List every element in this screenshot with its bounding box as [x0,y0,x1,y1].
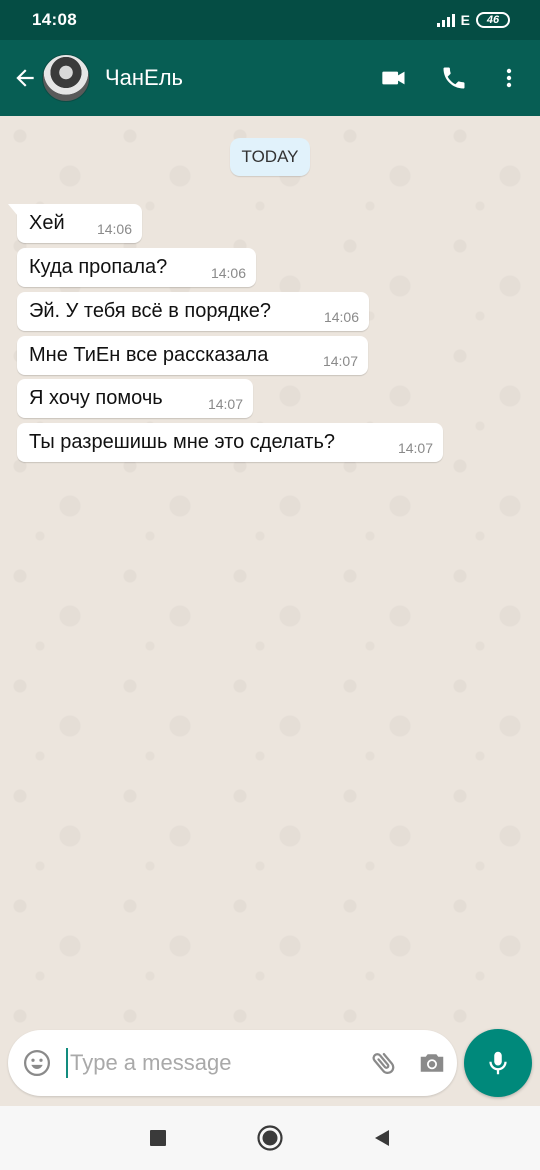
message-input[interactable] [70,1043,360,1083]
home-circle-icon [257,1125,283,1151]
square-icon [150,1130,166,1146]
text-caret [66,1048,68,1078]
triangle-back-icon [375,1130,389,1146]
menu-button[interactable] [484,40,534,116]
back-button[interactable] [6,40,44,116]
recents-button[interactable] [102,1106,214,1170]
phone-icon [443,67,465,89]
network-type: E [460,12,470,28]
message-text: Мне ТиЕн все рассказала [29,344,269,366]
message-time: 14:07 [207,396,243,412]
message-time: 14:06 [210,265,246,281]
message-bubble[interactable]: Эй. У тебя всё в порядке? 14:06 [17,292,369,331]
signal-icon [436,13,455,27]
home-button[interactable] [214,1106,326,1170]
avatar[interactable] [42,54,90,102]
message-bubble[interactable]: Я хочу помочь 14:07 [17,379,253,418]
battery-icon: 46 [476,12,510,28]
attach-button[interactable] [360,1030,408,1096]
message-time: 14:07 [322,353,358,369]
contact-name[interactable]: ЧанЕль [105,65,364,91]
camera-icon [420,1054,444,1072]
message-time: 14:06 [323,309,359,325]
message-bubble[interactable]: Хей 14:06 [8,204,142,243]
message-text: Я хочу помочь [29,387,163,409]
voice-call-button[interactable] [424,40,484,116]
microphone-icon [489,1051,507,1075]
message-text: Куда пропала? [29,256,168,278]
video-call-button[interactable] [364,40,424,116]
message-composer [8,1030,457,1096]
chat-area[interactable]: TODAY Хей 14:06 Куда пропала? 14:06 Эй. … [0,116,540,1106]
message-bubble[interactable]: Ты разрешишь мне это сделать? 14:07 [17,423,443,462]
emoji-button[interactable] [8,1030,66,1096]
message-text: Эй. У тебя всё в порядке? [29,300,271,322]
video-camera-icon [382,71,405,85]
arrow-left-icon [16,69,34,87]
back-nav-button[interactable] [326,1106,438,1170]
voice-record-button[interactable] [464,1029,532,1097]
chat-header: ЧанЕль [0,40,540,116]
date-chip: TODAY [230,138,310,176]
message-bubble[interactable]: Куда пропала? 14:06 [17,248,256,287]
emoji-icon [24,1050,50,1076]
message-text: Хей [29,212,65,234]
message-time: 14:06 [96,221,132,237]
system-nav-bar [0,1106,540,1170]
status-bar: 14:08 E 46 [0,0,540,40]
paperclip-icon [372,1052,395,1074]
camera-button[interactable] [408,1030,456,1096]
date-label: TODAY [241,147,299,166]
status-indicators: E 46 [436,12,510,28]
status-time: 14:08 [32,10,77,29]
message-bubble[interactable]: Мне ТиЕн все рассказала 14:07 [17,336,368,375]
message-time: 14:07 [397,440,433,456]
message-text: Ты разрешишь мне это сделать? [29,431,335,453]
more-vertical-icon [506,68,512,88]
